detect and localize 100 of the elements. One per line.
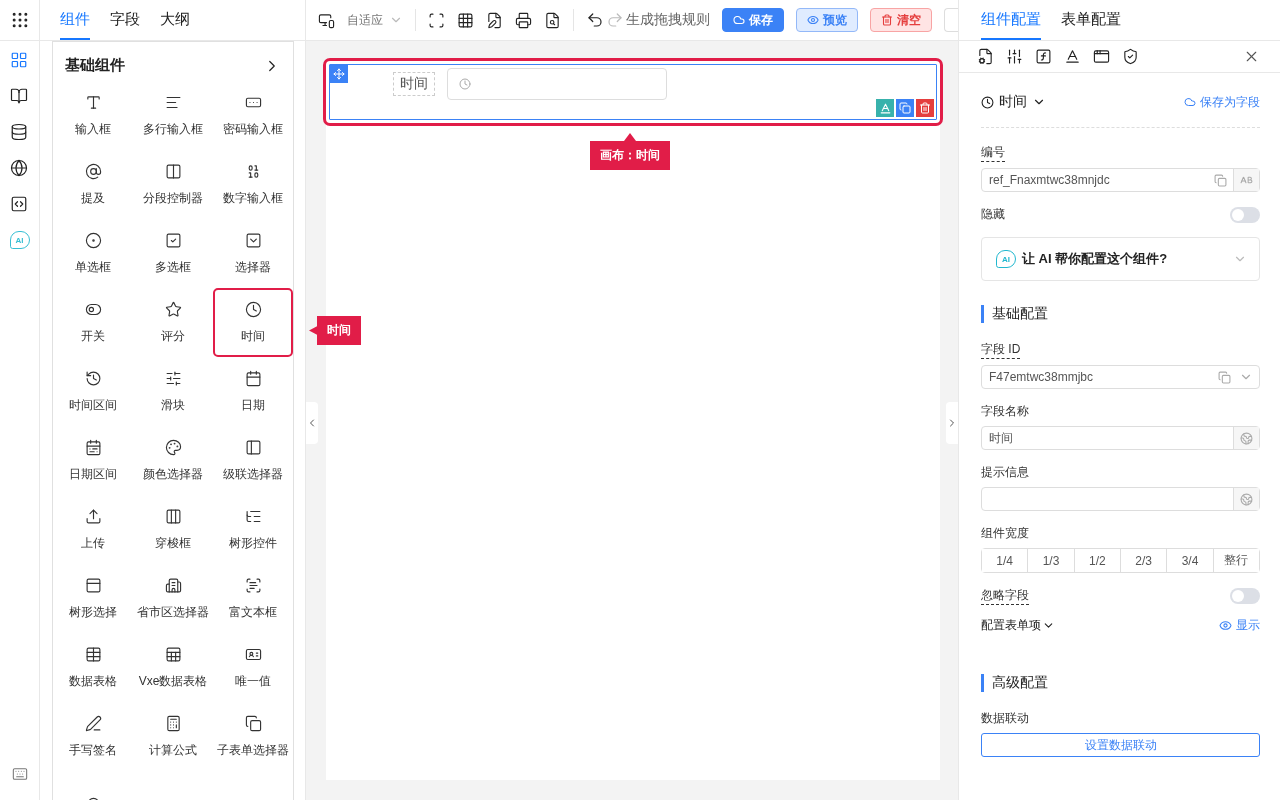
panel-tab[interactable]: 大纲 — [160, 0, 190, 40]
delete-icon[interactable] — [916, 99, 934, 117]
component-item[interactable]: 树形选择 — [53, 564, 133, 633]
crop-icon[interactable] — [428, 11, 445, 29]
panel-tab[interactable]: 组件 — [60, 0, 90, 40]
component-item[interactable]: 级联选择器 — [213, 426, 293, 495]
print-icon[interactable] — [515, 11, 532, 29]
edit-icon[interactable] — [486, 11, 503, 29]
file-settings-icon[interactable] — [977, 48, 994, 65]
field-label: 数据联动 — [981, 710, 1029, 727]
field-id-select[interactable]: F47emtwc38mmjbc — [981, 365, 1260, 389]
expand-handle[interactable] — [946, 402, 958, 444]
set-linkage-button[interactable]: 设置数据联动 — [981, 733, 1260, 757]
globe-icon[interactable] — [9, 159, 28, 177]
toggle-switch[interactable] — [1230, 206, 1260, 223]
book-icon[interactable] — [9, 87, 28, 105]
table-icon — [84, 645, 102, 663]
component-item[interactable]: 滑块 — [133, 357, 213, 426]
component-item[interactable]: 上传 — [53, 495, 133, 564]
function-icon[interactable] — [1035, 48, 1052, 65]
toolbar-button[interactable]: 保存 — [722, 8, 784, 32]
text-field-icon — [84, 93, 102, 111]
move-handle[interactable] — [330, 65, 348, 83]
keyboard-icon[interactable] — [11, 766, 28, 782]
component-item[interactable]: 多选框 — [133, 219, 213, 288]
collapse-handle[interactable] — [306, 402, 318, 444]
component-item[interactable]: Vxe数据表格 — [133, 633, 213, 702]
sheet-icon — [164, 645, 182, 663]
panel-tab[interactable]: 字段 — [110, 0, 140, 40]
component-item[interactable]: 选择器 — [213, 219, 293, 288]
component-item[interactable]: 提及 — [53, 150, 133, 219]
toggle-switch[interactable] — [1230, 588, 1260, 604]
component-item[interactable]: 数据表格 — [53, 633, 133, 702]
clock-history-icon — [84, 369, 102, 387]
cloud-icon — [733, 14, 745, 26]
components-icon[interactable] — [9, 51, 28, 69]
time-input[interactable] — [447, 68, 667, 100]
columns-icon — [164, 507, 182, 525]
component-item[interactable]: 输入框 — [53, 81, 133, 150]
component-item[interactable]: 颜色选择器 — [133, 426, 213, 495]
sliders-icon[interactable] — [1006, 48, 1023, 65]
field-name-input[interactable]: 时间 — [981, 426, 1260, 450]
section-title: 基础组件 — [65, 56, 125, 75]
section-title: 基础配置 — [981, 305, 1260, 323]
component-item[interactable]: 计算公式 — [133, 702, 213, 771]
component-item[interactable]: 时间区间 — [53, 357, 133, 426]
shield-icon[interactable] — [1122, 48, 1139, 65]
field-label: 组件宽度 — [981, 525, 1029, 542]
component-item[interactable]: 数字输入框 — [213, 150, 293, 219]
generate-rules-button[interactable]: 生成拖拽规则 — [626, 11, 710, 29]
component-item[interactable]: 穿梭框 — [133, 495, 213, 564]
section-title: 高级配置 — [981, 674, 1260, 692]
eye-icon — [807, 14, 819, 26]
form-items-dropdown[interactable]: 配置表单项 — [981, 617, 1055, 634]
select-icon — [244, 231, 262, 249]
field-label: 字段 ID — [981, 341, 1021, 359]
star-icon — [164, 300, 182, 318]
field-label: 隐藏 — [981, 206, 1005, 223]
eye-icon — [1219, 619, 1232, 632]
component-item[interactable]: 密码输入框 — [213, 81, 293, 150]
component-type-select[interactable]: 时间 — [981, 93, 1046, 111]
calculator-icon — [164, 714, 182, 732]
component-item[interactable]: 省市区选择器 — [133, 564, 213, 633]
config-tab[interactable]: 组件配置 — [981, 0, 1041, 40]
config-tab[interactable]: 表单配置 — [1061, 0, 1121, 40]
component-item[interactable]: 评分 — [133, 288, 213, 357]
field-label: 编号 — [981, 144, 1005, 162]
text-style-icon[interactable] — [1064, 48, 1081, 65]
copy-icon[interactable] — [896, 99, 914, 117]
component-item[interactable]: 日期区间 — [53, 426, 133, 495]
ai-assist-card[interactable]: AI 让 AI 帮你配置这个组件? — [981, 237, 1260, 281]
component-item[interactable]: 子表单选择器 — [213, 702, 293, 771]
component-item[interactable]: 分段控制器 — [133, 150, 213, 219]
component-item[interactable]: 富文本框 — [213, 564, 293, 633]
component-item[interactable]: 手写签名 — [53, 702, 133, 771]
component-item[interactable]: 单选框 — [53, 219, 133, 288]
code-icon[interactable] — [9, 195, 28, 213]
database-icon[interactable] — [9, 123, 28, 141]
grid-icon[interactable] — [457, 11, 474, 29]
hint-input[interactable] — [981, 487, 1260, 511]
device-select[interactable]: 自适应 — [347, 11, 403, 29]
field-label: 忽略字段 — [981, 587, 1029, 605]
undo-icon[interactable] — [586, 11, 604, 29]
device-icon[interactable] — [318, 11, 335, 29]
component-item[interactable]: 树形控件 — [213, 495, 293, 564]
width-option[interactable]: 整行 — [1212, 549, 1259, 572]
component-item[interactable]: 唯一值 — [213, 633, 293, 702]
trash-icon — [881, 14, 893, 26]
component-item[interactable]: 多行输入框 — [133, 81, 213, 150]
field-label: 提示信息 — [981, 464, 1029, 481]
component-item[interactable]: 时间 — [213, 288, 293, 357]
window-icon[interactable] — [1093, 48, 1110, 65]
show-link[interactable]: 显示 — [1219, 617, 1260, 634]
calendar-range-icon — [84, 438, 102, 456]
component-item[interactable]: 日期 — [213, 357, 293, 426]
component-item[interactable]: 开关 — [53, 288, 133, 357]
save-as-field-link[interactable]: 保存为字段 — [1184, 93, 1260, 111]
upload-icon — [84, 507, 102, 525]
file-search-icon[interactable] — [544, 11, 561, 29]
radio-icon — [84, 231, 102, 249]
